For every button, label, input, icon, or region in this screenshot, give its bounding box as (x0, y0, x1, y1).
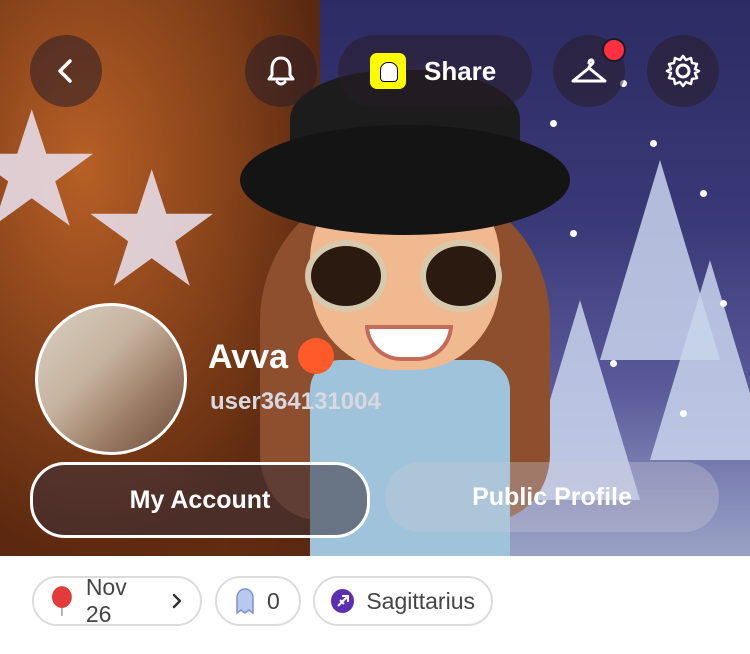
snowflake (720, 300, 727, 307)
birthday-label: Nov 26 (85, 574, 127, 627)
star-decoration: ★ (80, 140, 224, 319)
avatar-glasses-left (305, 240, 387, 312)
public-profile-label: Public Profile (472, 482, 632, 511)
snapcode-icon (370, 53, 406, 89)
zodiac-chip[interactable]: Sagittarius (313, 576, 493, 626)
my-account-label: My Account (129, 485, 271, 514)
snowflake (700, 190, 707, 197)
my-account-button[interactable]: My Account (30, 462, 370, 538)
sagittarius-icon (331, 589, 355, 613)
friends-count: 0 (267, 587, 280, 614)
snowflake (680, 410, 687, 417)
tree-decoration (650, 260, 750, 460)
back-button[interactable] (30, 35, 102, 107)
birthday-chip[interactable]: Nov 26 (32, 574, 202, 627)
snowflake (650, 140, 657, 147)
settings-button[interactable] (647, 35, 719, 107)
cowboy-hat-brim (240, 125, 570, 235)
friends-count-chip[interactable]: 0 (215, 576, 301, 626)
hanger-icon (571, 58, 607, 83)
notification-dot (602, 38, 626, 62)
public-profile-button[interactable]: Public Profile (385, 462, 719, 532)
snowflake (570, 230, 577, 237)
snowflake (610, 360, 617, 367)
share-label: Share (424, 55, 497, 86)
balloon-icon (51, 586, 72, 616)
gear-icon (665, 54, 701, 88)
username: user364131004 (210, 388, 381, 415)
ghost-icon (236, 588, 254, 615)
share-button[interactable]: Share (338, 35, 532, 107)
notifications-button[interactable] (245, 35, 317, 107)
chevron-left-icon (58, 59, 72, 83)
hot-face-emoji-icon (298, 338, 335, 375)
profile-chips-bar: Nov 26 0 Sagittarius (0, 556, 750, 654)
display-name-row: Avva (208, 338, 335, 377)
bell-icon (267, 56, 295, 86)
chevron-right-icon (172, 593, 182, 609)
zodiac-label: Sagittarius (366, 587, 475, 614)
profile-photo[interactable] (35, 303, 187, 455)
avatar-glasses-right (420, 240, 502, 312)
display-name: Avva (208, 338, 289, 376)
